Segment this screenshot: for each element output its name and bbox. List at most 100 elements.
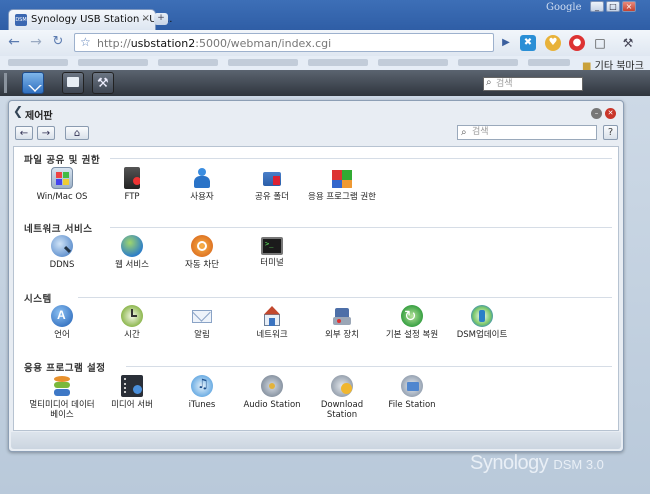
ftp-icon [124, 167, 140, 189]
bookmark-item[interactable] [378, 59, 448, 66]
item-label: 외부 장치 [325, 330, 359, 340]
item-time[interactable]: 시간 [97, 305, 167, 340]
window-search-input[interactable]: ⌕ 검색 [457, 125, 597, 140]
item-label: Audio Station [243, 400, 301, 410]
bookmark-item[interactable] [458, 59, 518, 66]
item-label: 시간 [124, 330, 140, 340]
reload-icon[interactable]: ↻ [50, 34, 66, 50]
wrench-icon[interactable]: ⚒ [620, 35, 636, 51]
tab-title: Synology USB Station - US... [31, 14, 173, 25]
item-ftp[interactable]: FTP [97, 167, 167, 202]
item-media-server[interactable]: 미디어 서버 [97, 375, 167, 410]
bookmark-item[interactable] [528, 59, 570, 66]
page-menu-icon[interactable]: □ [592, 35, 608, 51]
close-tab-icon[interactable]: × [142, 13, 150, 24]
item-win-mac-os[interactable]: Win/Mac OS [27, 167, 97, 202]
section-title: 시스템 [24, 294, 52, 305]
item-ddns[interactable]: DDNS [27, 235, 97, 270]
browser-toolbar: ← → ↻ ☆ http://usbstation2:5000/webman/i… [0, 30, 650, 57]
google-label: Google [546, 2, 582, 13]
new-tab-button[interactable]: + [154, 13, 168, 25]
home-button[interactable]: ⌂ [65, 126, 89, 140]
close-icon[interactable]: ✕ [605, 108, 616, 119]
item-language[interactable]: A 언어 [27, 305, 97, 340]
media-server-icon [121, 375, 143, 397]
bookmark-item[interactable] [228, 59, 298, 66]
stop-icon[interactable]: ● [569, 35, 585, 51]
control-panel-content: 파일 공유 및 권한 Win/Mac OS FTP 사용자 공유 폴더 응용 프… [13, 146, 619, 431]
dsm-update-icon [471, 305, 493, 327]
window-logo-icon: ❮ [13, 104, 24, 118]
item-auto-block[interactable]: 자동 차단 [167, 235, 237, 270]
item-network[interactable]: 네트워크 [237, 305, 307, 340]
bookmark-item[interactable] [308, 59, 368, 66]
network-icon [261, 305, 283, 327]
item-label: DSM업데이트 [456, 330, 508, 340]
control-panel-taskbar-button[interactable]: ⚒ [92, 72, 114, 94]
item-label: 공유 폴더 [255, 192, 289, 202]
go-play-icon[interactable]: ▶ [498, 35, 514, 51]
back-button[interactable]: ← [15, 126, 33, 140]
item-label: 기본 설정 복원 [385, 330, 439, 340]
close-window-button[interactable]: × [622, 1, 636, 12]
bookmarks-bar: ■ 기타 북마크 [0, 56, 650, 72]
time-icon [121, 305, 143, 327]
bookmark-star-icon[interactable]: ☆ [80, 35, 91, 49]
shared-folder-icon [261, 167, 283, 189]
item-audio-station[interactable]: Audio Station [237, 375, 307, 410]
item-restore-defaults[interactable]: ↻ 기본 설정 복원 [377, 305, 447, 340]
bookmark-item[interactable] [158, 59, 218, 66]
item-label: iTunes [188, 400, 216, 410]
window-titlebar[interactable]: ❮ 제어판 – ✕ [11, 103, 619, 123]
item-label: File Station [388, 400, 436, 410]
browser-tab[interactable]: DSM Synology USB Station - US... × [8, 9, 173, 30]
item-terminal[interactable]: >_ 터미널 [237, 235, 307, 268]
file-station-taskbar-button[interactable] [62, 72, 84, 94]
item-itunes[interactable]: ♫ iTunes [167, 375, 237, 410]
item-external-device[interactable]: 외부 장치 [307, 305, 377, 340]
extension-2-icon[interactable]: ♥ [545, 35, 561, 51]
restore-defaults-icon: ↻ [401, 305, 423, 327]
forward-arrow-icon[interactable]: → [28, 34, 44, 50]
item-user[interactable]: 사용자 [167, 167, 237, 202]
window-title: 제어판 [25, 111, 53, 122]
item-label: 멀티미디어 데이터 베이스 [29, 400, 95, 420]
audio-station-icon [261, 375, 283, 397]
terminal-icon: >_ [261, 237, 283, 255]
section-title: 네트워크 서비스 [24, 224, 93, 235]
help-button[interactable]: ? [603, 125, 618, 140]
url-text: http://usbstation2:5000/webman/index.cgi [97, 37, 332, 50]
address-bar[interactable]: ☆ http://usbstation2:5000/webman/index.c… [74, 33, 494, 52]
item-web-services[interactable]: 웹 서비스 [97, 235, 167, 270]
media-index-icon [51, 375, 73, 397]
home-icon: ⌂ [73, 128, 81, 139]
item-media-index[interactable]: 멀티미디어 데이터 베이스 [27, 375, 97, 420]
control-panel-window: ❮ 제어판 – ✕ ← → ⌂ ⌕ 검색 ? 파일 공유 및 권한 Win/Ma… [8, 100, 624, 452]
item-app-privileges[interactable]: 응용 프로그램 권한 [307, 167, 377, 202]
main-menu-button[interactable] [22, 72, 44, 94]
item-shared-folder[interactable]: 공유 폴더 [237, 167, 307, 202]
bookmark-item[interactable] [78, 59, 148, 66]
item-label: 언어 [54, 330, 70, 340]
minimize-button[interactable]: _ [590, 1, 604, 12]
item-download-station[interactable]: Download Station [307, 375, 377, 420]
item-notification[interactable]: 알림 [167, 305, 237, 340]
item-file-station[interactable]: File Station [377, 375, 447, 410]
item-dsm-update[interactable]: DSM업데이트 [447, 305, 517, 340]
taskbar-handle [4, 73, 7, 93]
item-label: DDNS [49, 260, 75, 270]
section-title: 응용 프로그램 설정 [24, 363, 106, 374]
minimize-icon[interactable]: – [591, 108, 602, 119]
tools-icon: ⚒ [97, 76, 109, 91]
section-divider [78, 297, 612, 298]
maximize-button[interactable]: □ [606, 1, 620, 12]
back-arrow-icon[interactable]: ← [6, 34, 22, 50]
bookmark-item[interactable] [8, 59, 68, 66]
user-icon [191, 167, 213, 189]
dsm-search-input[interactable]: ⌕ 검색 [483, 77, 583, 91]
win-mac-icon [51, 167, 73, 189]
forward-button[interactable]: → [37, 126, 55, 140]
browser-titlebar: DSM Synology USB Station - US... × + Goo… [0, 0, 650, 30]
item-label: 자동 차단 [185, 260, 219, 270]
extension-icon[interactable]: ✖ [520, 35, 536, 51]
